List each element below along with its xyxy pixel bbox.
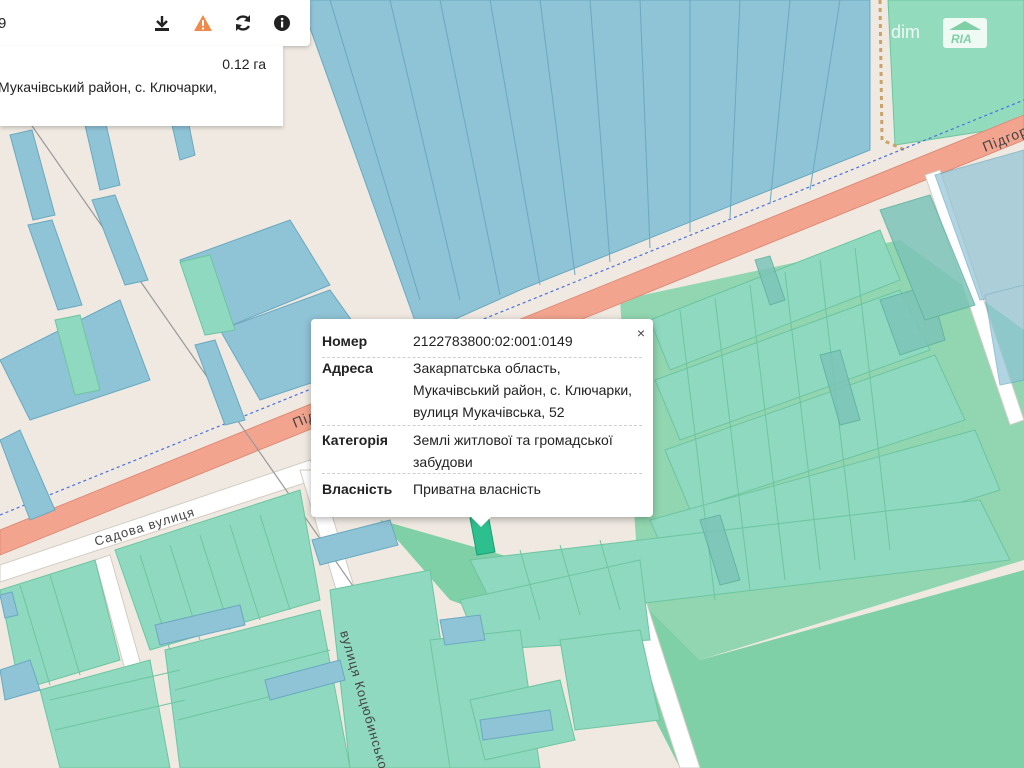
parcel-info-details: 0.12 га Мукачівський район, с. Ключарки, [0,46,283,126]
popup-value-address: Закарпатська область, Мукачівський район… [413,360,633,420]
popup-value-category: Землі житлової та громадської забудови [413,432,613,470]
search-query[interactable]: 9 [0,15,6,32]
popup-label-number: Номер [322,333,368,349]
popup-row-address: Адреса Закарпатська область, Мукачівськи… [322,357,642,426]
popup-row-number: Номер 2122783800:02:001:0149 [322,330,642,358]
refresh-icon[interactable] [231,11,255,35]
info-panel: 9 [0,0,310,46]
popup-value-ownership: Приватна власність [413,481,541,497]
svg-text:dim: dim [891,22,920,42]
info-icon[interactable] [270,11,294,35]
svg-text:RIA: RIA [951,32,972,46]
popup-value-number: 2122783800:02:001:0149 [413,333,573,349]
popup-label-category: Категорія [322,432,388,448]
popup-row-ownership: Власність Приватна власність [322,478,642,502]
parcel-popup: × Номер 2122783800:02:001:0149 Адреса За… [311,319,653,527]
download-icon[interactable] [150,11,174,35]
popup-label-ownership: Власність [322,481,393,497]
popup-label-address: Адреса [322,360,373,376]
parcel-area: 0.12 га [222,56,266,72]
popup-row-category: Категорія Землі житлової та громадської … [322,429,642,474]
dim-ria-logo: dim RIA [891,18,987,48]
parcel-address: Мукачівський район, с. Ключарки, [0,79,218,95]
warning-icon[interactable] [191,11,215,35]
